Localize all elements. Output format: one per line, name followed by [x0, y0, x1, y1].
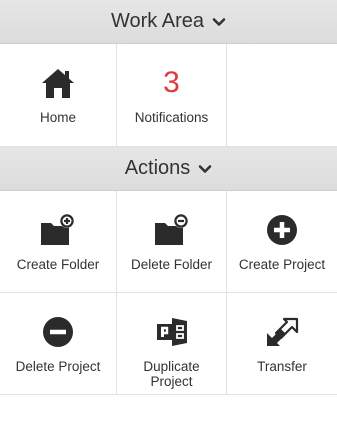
duplicate-project-label: Duplicate Project — [143, 359, 200, 389]
create-project-label: Create Project — [238, 257, 326, 272]
delete-project-button[interactable]: Delete Project — [0, 293, 117, 395]
duplicate-project-button[interactable]: Duplicate Project — [117, 293, 227, 395]
work-area-grid: Home 3 Notifications — [0, 44, 337, 147]
actions-header[interactable]: Actions — [0, 147, 337, 191]
delete-project-label: Delete Project — [15, 359, 101, 374]
chevron-down-icon — [198, 162, 212, 176]
work-area-title: Work Area — [111, 10, 204, 32]
work-area-header[interactable]: Work Area — [0, 0, 337, 44]
create-folder-label: Create Folder — [16, 257, 100, 272]
folder-minus-icon — [152, 213, 192, 247]
transfer-arrows-icon — [262, 315, 302, 349]
actions-title: Actions — [124, 157, 191, 179]
notifications-tile[interactable]: 3 Notifications — [117, 44, 227, 147]
create-folder-button[interactable]: Create Folder — [0, 191, 117, 293]
create-project-button[interactable]: Create Project — [227, 191, 337, 293]
delete-folder-button[interactable]: Delete Folder — [117, 191, 227, 293]
folder-plus-icon — [38, 213, 78, 247]
home-icon — [38, 66, 78, 100]
plus-circle-icon — [262, 213, 302, 247]
empty-tile — [227, 44, 337, 147]
notification-count: 3 — [163, 66, 180, 99]
delete-folder-label: Delete Folder — [130, 257, 213, 272]
minus-circle-icon — [38, 315, 78, 349]
side-panel: Work Area Home 3 Notifications Actions C… — [0, 0, 337, 436]
transfer-button[interactable]: Transfer — [227, 293, 337, 395]
chevron-down-icon — [212, 15, 226, 29]
actions-grid: Create Folder Delete Folder Create Proje… — [0, 191, 337, 395]
notifications-label: Notifications — [134, 110, 209, 125]
home-label: Home — [39, 110, 76, 125]
duplicate-project-icon — [152, 315, 192, 349]
transfer-label: Transfer — [257, 359, 307, 374]
home-tile[interactable]: Home — [0, 44, 117, 147]
